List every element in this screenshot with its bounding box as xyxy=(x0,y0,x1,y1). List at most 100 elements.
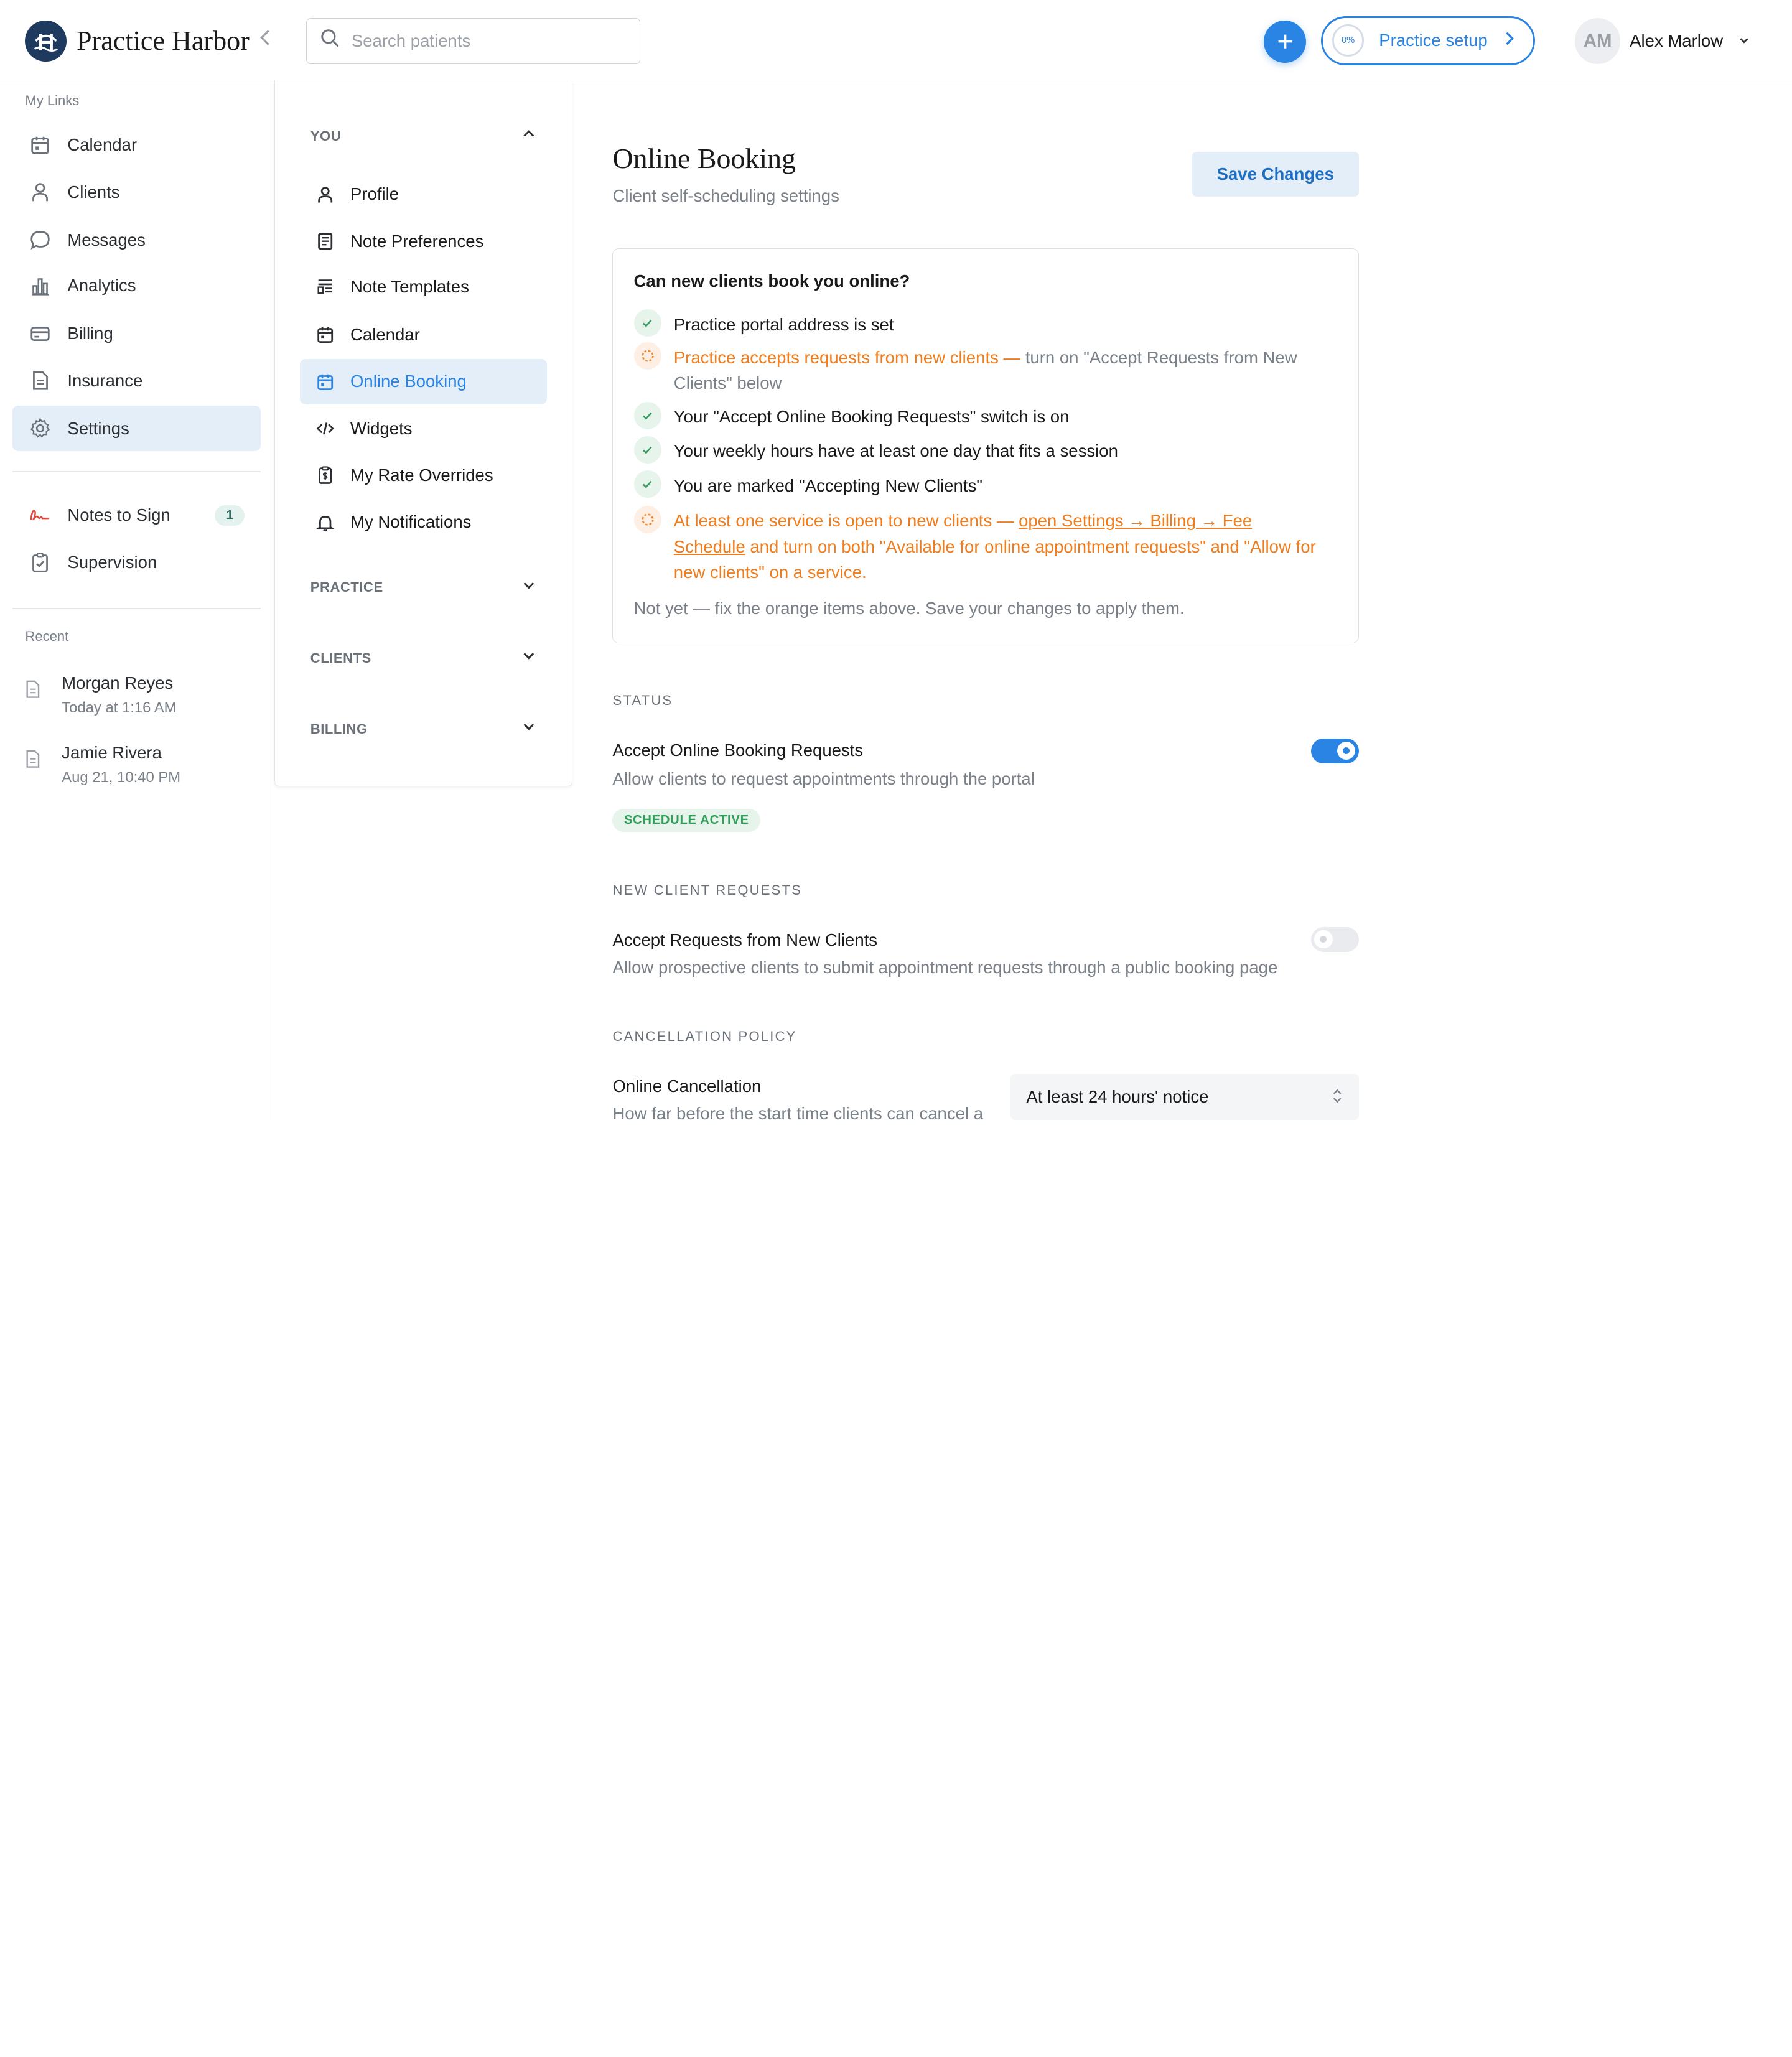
document-icon xyxy=(25,750,41,773)
card-title: Can new clients book you online? xyxy=(633,271,910,291)
check-icon xyxy=(633,401,661,429)
chevron-right-icon xyxy=(1503,30,1514,51)
status-heading: STATUS xyxy=(612,693,673,709)
sidebar-item-calendar[interactable]: Calendar xyxy=(12,123,261,168)
cancellation-notice-value: At least 24 hours' notice xyxy=(1026,1087,1209,1107)
booking-readiness-card: Can new clients book you online? Practic… xyxy=(612,248,1359,644)
save-changes-button[interactable]: Save Changes xyxy=(1192,152,1359,197)
bar-chart-icon xyxy=(29,274,52,297)
settings-item-my-rate-overrides[interactable]: My Rate Overrides xyxy=(300,452,547,498)
collapse-sidebar-icon[interactable] xyxy=(258,27,272,54)
cancellation-policy-heading: CANCELLATION POLICY xyxy=(612,1028,797,1045)
chevron-down-icon xyxy=(521,648,537,668)
search-input[interactable] xyxy=(351,31,626,52)
chat-bubble-icon xyxy=(29,228,52,251)
sidebar-item-settings[interactable]: Settings xyxy=(12,406,261,452)
chevron-up-icon xyxy=(521,126,537,146)
check-icon xyxy=(633,309,661,337)
checklist-text: Practice portal address is set xyxy=(673,314,894,334)
plus-icon xyxy=(1278,34,1292,49)
sidebar-item-label: Settings xyxy=(67,418,129,438)
person-icon xyxy=(315,184,335,205)
chevron-down-icon xyxy=(521,719,537,739)
settings-item-label: My Rate Overrides xyxy=(350,465,493,485)
section-you[interactable]: YOU xyxy=(310,128,537,144)
checklist-warning: Practice accepts requests from new clien… xyxy=(673,347,1025,367)
sidebar-item-messages[interactable]: Messages xyxy=(12,217,261,263)
template-icon xyxy=(315,276,335,297)
settings-item-label: Note Preferences xyxy=(350,231,484,251)
gear-icon xyxy=(29,417,52,440)
recent-name: Jamie Rivera xyxy=(62,742,162,762)
sidebar-item-label: Clients xyxy=(67,182,120,202)
sidebar-item-label: Calendar xyxy=(67,135,138,155)
page-title: Online Booking xyxy=(612,142,796,174)
cancellation-notice-select[interactable]: At least 24 hours' notice xyxy=(1010,1074,1359,1120)
recent-item[interactable]: Jamie Rivera Aug 21, 10:40 PM xyxy=(25,743,253,791)
check-icon xyxy=(633,436,661,464)
settings-item-label: Note Templates xyxy=(350,276,469,296)
dollar-doc-icon xyxy=(315,465,335,486)
sidebar-item-supervision[interactable]: Supervision xyxy=(12,539,261,585)
avatar[interactable]: AM xyxy=(1574,18,1621,64)
document-icon xyxy=(25,680,41,703)
practice-setup-label: Practice setup xyxy=(1379,30,1488,50)
sidebar-item-insurance[interactable]: Insurance xyxy=(12,358,261,403)
toggle-knob xyxy=(1337,742,1356,760)
check-icon xyxy=(633,470,661,498)
recent-item[interactable]: Morgan Reyes Today at 1:16 AM xyxy=(25,673,253,721)
checklist-item: Your weekly hours have at least one day … xyxy=(633,436,1320,464)
settings-item-note-templates[interactable]: Note Templates xyxy=(300,264,547,309)
settings-item-profile[interactable]: Profile xyxy=(300,171,547,217)
readiness-summary: Not yet — fix the orange items above. Sa… xyxy=(633,598,1185,618)
recent-time: Today at 1:16 AM xyxy=(62,699,177,717)
select-arrows-icon xyxy=(1332,1086,1343,1111)
brand-name: Practice Harbor xyxy=(77,26,250,57)
chevron-down-icon[interactable] xyxy=(1737,31,1751,52)
brand-logo[interactable] xyxy=(25,21,67,62)
settings-item-label: Widgets xyxy=(350,418,413,438)
note-icon xyxy=(315,231,335,251)
sidebar-divider xyxy=(12,608,261,609)
section-label: CLIENTS xyxy=(310,650,371,666)
practice-setup-button[interactable]: 0% Practice setup xyxy=(1321,16,1535,65)
settings-item-my-notifications[interactable]: My Notifications xyxy=(300,500,547,545)
settings-item-note-preferences[interactable]: Note Preferences xyxy=(300,218,547,264)
settings-item-label: Online Booking xyxy=(350,371,467,391)
page-subtitle: Client self-scheduling settings xyxy=(612,186,839,206)
settings-item-online-booking[interactable]: Online Booking xyxy=(300,358,547,405)
checklist-text: You are marked "Accepting New Clients" xyxy=(673,475,983,495)
sidebar-item-label: Supervision xyxy=(67,552,157,572)
section-label: PRACTICE xyxy=(310,579,383,595)
section-billing[interactable]: BILLING xyxy=(310,721,537,737)
sidebar-item-clients[interactable]: Clients xyxy=(12,169,261,215)
new-client-requests-heading: NEW CLIENT REQUESTS xyxy=(612,882,803,898)
accept-online-booking-toggle[interactable] xyxy=(1310,738,1359,763)
settings-item-widgets[interactable]: Widgets xyxy=(300,406,547,451)
search-box[interactable] xyxy=(306,18,640,64)
checklist-item: Practice accepts requests from new clien… xyxy=(633,342,1320,396)
calendar-icon xyxy=(315,325,335,345)
settings-item-calendar[interactable]: Calendar xyxy=(300,312,547,357)
sidebar-item-analytics[interactable]: Analytics xyxy=(12,263,261,308)
user-name[interactable]: Alex Marlow xyxy=(1630,31,1723,51)
checklist-item: At least one service is open to new clie… xyxy=(633,505,1320,585)
accept-new-clients-desc: Allow prospective clients to submit appo… xyxy=(612,958,1278,977)
add-button[interactable] xyxy=(1264,21,1307,63)
online-cancellation-desc: How far before the start time clients ca… xyxy=(612,1104,984,1120)
section-clients[interactable]: CLIENTS xyxy=(310,650,537,666)
checklist-text: Your "Accept Online Booking Requests" sw… xyxy=(673,407,1070,427)
checklist-warning: At least one service is open to new clie… xyxy=(673,511,1019,531)
sidebar-item-notes-to-sign[interactable]: Notes to Sign 1 xyxy=(12,493,261,538)
section-practice[interactable]: PRACTICE xyxy=(310,579,537,595)
checklist-text: At least one service is open to new clie… xyxy=(674,508,1320,585)
checklist-text: Practice accepts requests from new clien… xyxy=(674,345,1320,396)
sidebar-item-billing[interactable]: Billing xyxy=(12,311,261,357)
section-label: BILLING xyxy=(310,721,368,737)
document-icon xyxy=(29,369,52,392)
accept-new-clients-toggle[interactable] xyxy=(1310,926,1359,952)
code-icon xyxy=(315,418,335,439)
my-links-label: My Links xyxy=(25,92,80,108)
person-icon xyxy=(29,180,52,203)
page: Practice Harbor 0% Practice setup AM Ale… xyxy=(0,0,1792,1120)
